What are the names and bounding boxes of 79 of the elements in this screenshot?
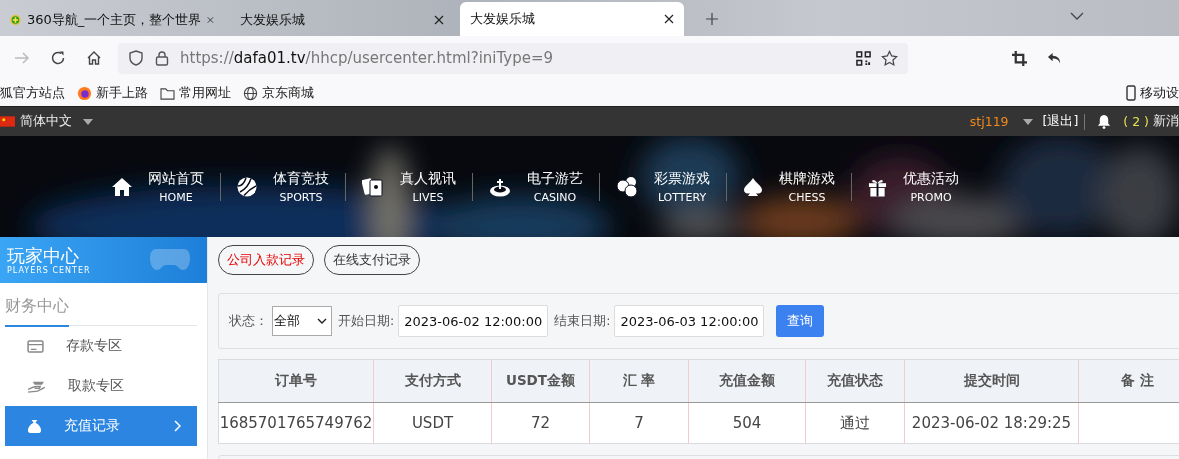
column-header: 充值金额 (688, 359, 806, 403)
crop-icon[interactable] (1012, 50, 1027, 66)
message-count[interactable]: ( 2 ) (1123, 114, 1149, 129)
status-select[interactable]: 全部 (272, 306, 332, 336)
chevron-right-icon (174, 420, 181, 432)
column-header: 提交时间 (904, 359, 1079, 403)
card-icon (27, 339, 44, 353)
bookmark[interactable]: 移动设 (1126, 84, 1179, 102)
close-icon[interactable] (434, 15, 444, 25)
logout-link[interactable]: [退出] (1042, 113, 1079, 130)
sidebar-item[interactable]: 充值记录 (5, 406, 197, 446)
column-header: 备 注 (1078, 359, 1179, 403)
browser-tab[interactable]: 大发娱乐城 (230, 4, 454, 36)
caret-icon (83, 118, 93, 125)
sidebar-title: 玩家中心 (7, 245, 79, 266)
query-button[interactable]: 查询 (776, 305, 825, 337)
flag-icon (0, 116, 15, 127)
record-tab[interactable]: 在线支付记录 (324, 245, 420, 275)
hand-icon (27, 379, 46, 393)
table-cell: USDT (373, 402, 492, 444)
browser-tab[interactable]: 360导航_一个主页，整个世界 (0, 4, 224, 36)
start-date-field[interactable]: 2023-06-02 12:00:00 (398, 305, 549, 337)
column-header: USDT金额 (491, 359, 590, 403)
nav-item[interactable]: 真人视讯 LIVES (362, 169, 456, 204)
nav-item[interactable]: 体育竞技 SPORTS (237, 169, 329, 204)
home-icon[interactable] (86, 50, 102, 66)
messages-link[interactable]: 新消 (1153, 113, 1179, 130)
bookmark[interactable]: 狐官方站点 (0, 84, 65, 102)
qr-code-icon[interactable] (856, 50, 871, 66)
sidebar-item[interactable]: 取款专区 (5, 366, 197, 406)
sidebar-item[interactable]: 存款专区 (5, 326, 197, 366)
column-header: 订单号 (218, 359, 374, 403)
close-icon[interactable] (664, 14, 674, 24)
table-cell: 504 (688, 402, 806, 444)
address-field[interactable]: https://dafa01.tv/hhcp/usercenter.html?iniType=9 (118, 42, 908, 74)
chevron-down-icon (317, 318, 327, 324)
nav-item[interactable]: 电子游艺 CASINO (489, 169, 583, 204)
caret-icon[interactable] (1022, 118, 1033, 125)
nav-item[interactable]: 网站首页 HOME (112, 169, 204, 204)
nav-item[interactable]: 优惠活动 PROMO (868, 169, 959, 204)
table-cell: 1685701765749762 (218, 402, 374, 444)
bell-icon[interactable] (1097, 114, 1112, 129)
star-icon[interactable] (881, 49, 898, 67)
column-header: 支付方式 (373, 359, 492, 403)
phone-icon (1126, 85, 1136, 101)
roulette-icon (489, 176, 511, 197)
bookmark[interactable]: 新手上路 (77, 84, 148, 102)
lock-icon (154, 50, 170, 66)
table-cell: 2023-06-02 18:29:25 (904, 402, 1079, 444)
nav-item[interactable]: 彩票游戏 LOTTERY (616, 169, 710, 204)
money-bag-icon (27, 418, 42, 434)
house-icon (112, 176, 132, 197)
balls-icon (616, 175, 638, 198)
shield-icon (128, 50, 144, 66)
table-cell: 通过 (805, 402, 905, 444)
record-tab[interactable]: 公司入款记录 (218, 245, 314, 275)
cards-icon (362, 176, 384, 197)
status-label: 状态： (229, 312, 268, 330)
new-tab-icon[interactable] (706, 13, 718, 25)
start-date-label: 开始日期: (338, 312, 395, 330)
table-cell: 72 (491, 402, 590, 444)
reload-icon[interactable] (50, 50, 66, 66)
username-menu[interactable]: stj119 (969, 114, 1009, 129)
table-cell: 7 (589, 402, 689, 444)
browser-tab[interactable]: 大发娱乐城 (460, 2, 684, 36)
chevron-down-icon[interactable] (1070, 12, 1084, 20)
nav-item[interactable]: 棋牌游戏 CHESS (743, 169, 835, 204)
ball-icon (237, 176, 257, 197)
spade-icon (743, 176, 763, 197)
section-title: 财务中心 (5, 295, 69, 327)
end-date-label: 结束日期: (554, 312, 611, 330)
column-header: 充值状态 (805, 359, 905, 403)
column-header: 汇 率 (589, 359, 689, 403)
bookmark[interactable]: 常用网址 (160, 84, 231, 102)
language-select[interactable]: 简体中文 (0, 113, 93, 130)
bookmark[interactable]: 京东商城 (243, 84, 314, 102)
sidebar-subtitle: PLAYERS CENTER (7, 265, 91, 275)
folder-icon (160, 86, 175, 100)
end-date-field[interactable]: 2023-06-03 12:00:00 (614, 305, 765, 337)
